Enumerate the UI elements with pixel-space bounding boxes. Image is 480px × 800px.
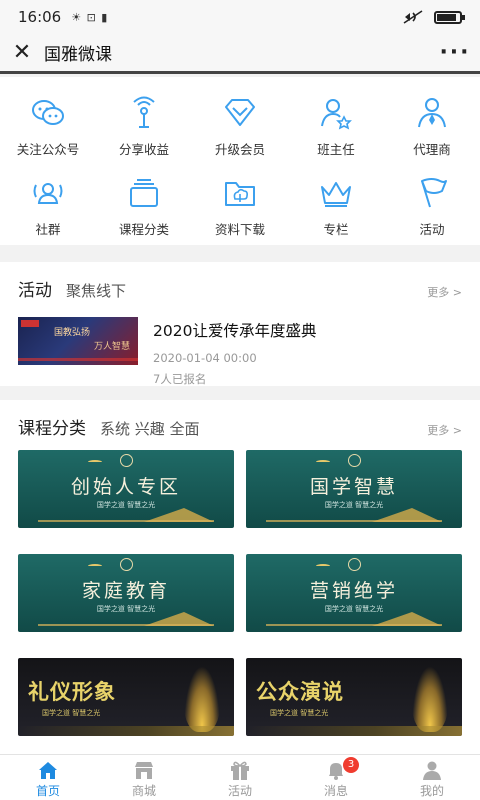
event-title: 2020让爱传承年度盛典: [153, 322, 317, 340]
menu-label: 代理商: [413, 142, 451, 157]
menu-item-course-category[interactable]: 课程分类: [96, 171, 192, 251]
section-title: 活动: [18, 281, 52, 301]
user-icon: [423, 761, 441, 780]
section-title: 课程分类: [18, 419, 86, 439]
tab-profile[interactable]: 我的: [384, 755, 480, 800]
tab-messages[interactable]: 3 消息: [288, 755, 384, 800]
shop-icon: [135, 762, 153, 779]
course-card-family-education[interactable]: 家庭教育 国学之道 智慧之光: [18, 554, 234, 632]
battery-icon: [434, 10, 465, 24]
diamond-icon: [225, 99, 255, 126]
bottom-tab-bar: 首页 商城 活动 3 消息 我的: [0, 754, 480, 800]
menu-label: 活动: [419, 222, 445, 237]
status-right: [402, 9, 465, 25]
course-card-etiquette[interactable]: 礼仪形象 国学之道 智慧之光: [18, 658, 234, 736]
menu-item-community[interactable]: 社群: [0, 171, 96, 251]
course-card-marketing[interactable]: 营销绝学 国学之道 智慧之光: [246, 554, 462, 632]
menu-item-column[interactable]: 专栏: [288, 171, 384, 251]
activity-section: 活动 聚焦线下 更多 > 国教弘扬 万人智慧 2020让爱传承年度盛典 2020…: [0, 262, 480, 386]
course-card-guoxue[interactable]: 国学智慧 国学之道 智慧之光: [246, 450, 462, 528]
menu-label: 资料下载: [214, 222, 265, 237]
course-card-founder[interactable]: 创始人专区 国学之道 智慧之光: [18, 450, 234, 528]
menu-label: 关注公众号: [16, 142, 80, 157]
menu-label: 社群: [35, 222, 61, 237]
community-icon: [33, 183, 63, 204]
silent-mode-icon: [403, 10, 423, 24]
status-time: 16:06: [18, 8, 62, 26]
menu-label: 课程分类: [118, 222, 169, 237]
gift-icon: [231, 761, 249, 780]
agent-icon: [418, 98, 446, 128]
course-category-section: 课程分类 系统 兴趣 全面 更多 > 创始人专区 国学之道 智慧之光 国学智慧 …: [0, 400, 480, 754]
message-count-badge: 3: [343, 757, 359, 773]
event-thumbnail: 国教弘扬 万人智慧: [18, 317, 138, 365]
menu-item-upgrade-member[interactable]: 升级会员: [192, 91, 288, 171]
nav-bar: ✕ 国雅微课 ···: [0, 34, 480, 74]
menu-item-activity[interactable]: 活动: [384, 171, 480, 251]
function-menu: 关注公众号 分享收益 升级会员 班主任 代理商 社群 课程分类 资料下载 专栏 …: [0, 77, 480, 245]
more-link[interactable]: 更多 >: [427, 284, 462, 300]
more-link[interactable]: 更多 >: [427, 422, 462, 438]
event-item[interactable]: 国教弘扬 万人智慧 2020让爱传承年度盛典 2020-01-04 00:00 …: [0, 301, 480, 387]
home-icon: [39, 762, 57, 779]
tab-activity[interactable]: 活动: [192, 755, 288, 800]
crown-icon: [321, 182, 351, 207]
course-card-public-speaking[interactable]: 公众演说 国学之道 智慧之光: [246, 658, 462, 736]
section-subtitle: 系统 兴趣 全面: [100, 420, 200, 438]
menu-label: 专栏: [323, 222, 349, 237]
menu-label: 班主任: [317, 142, 355, 157]
section-subtitle: 聚焦线下: [66, 282, 127, 300]
teacher-icon: [321, 99, 352, 130]
wechat-icon: [32, 100, 64, 125]
close-button[interactable]: ✕: [0, 40, 44, 65]
menu-item-follow-account[interactable]: 关注公众号: [0, 91, 96, 171]
menu-label: 升级会员: [214, 142, 265, 157]
event-date: 2020-01-04 00:00: [153, 351, 257, 365]
tab-home[interactable]: 首页: [0, 755, 96, 800]
menu-label: 分享收益: [118, 142, 169, 157]
menu-item-download[interactable]: 资料下载: [192, 171, 288, 251]
menu-item-head-teacher[interactable]: 班主任: [288, 91, 384, 171]
more-options-button[interactable]: ···: [430, 40, 480, 65]
tab-shop[interactable]: 商城: [96, 755, 192, 800]
status-bar: 16:06 ☀ ⊡ ▮: [0, 0, 480, 34]
download-icon: [225, 182, 255, 206]
flag-icon: [421, 178, 447, 208]
event-registered-count: 7人已报名: [153, 372, 207, 386]
menu-item-agent[interactable]: 代理商: [384, 91, 480, 171]
status-notification-icons: ☀ ⊡ ▮: [71, 10, 109, 24]
share-icon: [133, 96, 155, 128]
category-icon: [130, 179, 158, 207]
menu-item-share-earnings[interactable]: 分享收益: [96, 91, 192, 171]
page-title: 国雅微课: [44, 45, 112, 65]
